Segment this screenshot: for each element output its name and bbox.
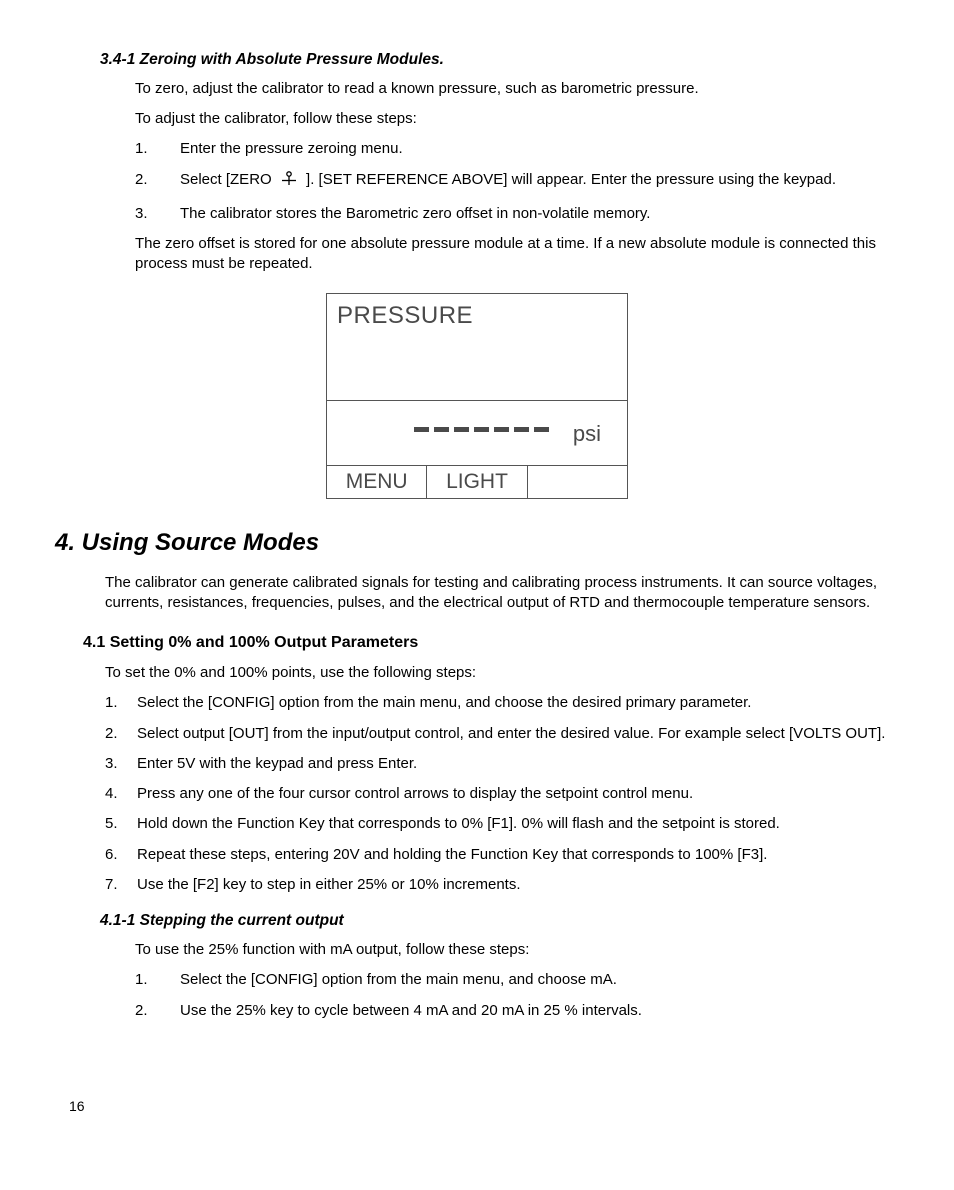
- heading-4-1: 4.1 Setting 0% and 100% Output Parameter…: [83, 632, 899, 654]
- step-text-prefix: Select [ZERO: [180, 171, 276, 188]
- paragraph: To adjust the calibrator, follow these s…: [135, 109, 889, 129]
- page-number: 16: [69, 1097, 85, 1116]
- step-text: Hold down the Function Key that correspo…: [137, 814, 894, 834]
- step-number: 2.: [105, 724, 137, 744]
- lcd-display-figure: PRESSURE psi MENU LIGHT: [326, 293, 628, 499]
- step-text: The calibrator stores the Barometric zer…: [180, 204, 889, 224]
- softkey-light: LIGHT: [427, 466, 527, 498]
- step-number: 1.: [135, 139, 180, 159]
- step-text: Enter the pressure zeroing menu.: [180, 139, 889, 159]
- paragraph: To zero, adjust the calibrator to read a…: [135, 79, 889, 99]
- step-text-suffix: ]. [SET REFERENCE ABOVE] will appear. En…: [302, 171, 836, 188]
- step-number: 1.: [105, 693, 137, 713]
- step-text: Use the 25% key to cycle between 4 mA an…: [180, 1001, 889, 1021]
- zero-pressure-icon: [278, 170, 300, 194]
- step-text: Select the [CONFIG] option from the main…: [180, 970, 889, 990]
- step-number: 6.: [105, 845, 137, 865]
- paragraph: To use the 25% function with mA output, …: [135, 940, 889, 960]
- softkey-blank: [528, 466, 627, 498]
- heading-4-1-1: 4.1-1 Stepping the current output: [100, 911, 899, 932]
- heading-3-4-1: 3.4-1 Zeroing with Absolute Pressure Mod…: [100, 50, 899, 71]
- step-number: 5.: [105, 814, 137, 834]
- step-text: Enter 5V with the keypad and press Enter…: [137, 754, 894, 774]
- display-unit: psi: [573, 419, 601, 449]
- step-text: Select [ZERO ]. [SET REFERENCE ABOVE] wi…: [180, 170, 889, 194]
- step-text: Use the [F2] key to step in either 25% o…: [137, 875, 894, 895]
- step-number: 4.: [105, 784, 137, 804]
- paragraph: The zero offset is stored for one absolu…: [135, 234, 889, 275]
- display-value-dashes: [414, 427, 549, 432]
- step-number: 1.: [135, 970, 180, 990]
- step-text: Select the [CONFIG] option from the main…: [137, 693, 894, 713]
- step-number: 3.: [135, 204, 180, 224]
- display-mode-label: PRESSURE: [337, 300, 617, 332]
- paragraph: To set the 0% and 100% points, use the f…: [105, 663, 894, 683]
- paragraph: The calibrator can generate calibrated s…: [105, 573, 894, 614]
- step-number: 2.: [135, 170, 180, 194]
- step-number: 2.: [135, 1001, 180, 1021]
- step-text: Press any one of the four cursor control…: [137, 784, 894, 804]
- step-number: 7.: [105, 875, 137, 895]
- step-text: Select output [OUT] from the input/outpu…: [137, 724, 894, 744]
- heading-4: 4. Using Source Modes: [55, 527, 899, 559]
- softkey-menu: MENU: [327, 466, 427, 498]
- step-text: Repeat these steps, entering 20V and hol…: [137, 845, 894, 865]
- step-number: 3.: [105, 754, 137, 774]
